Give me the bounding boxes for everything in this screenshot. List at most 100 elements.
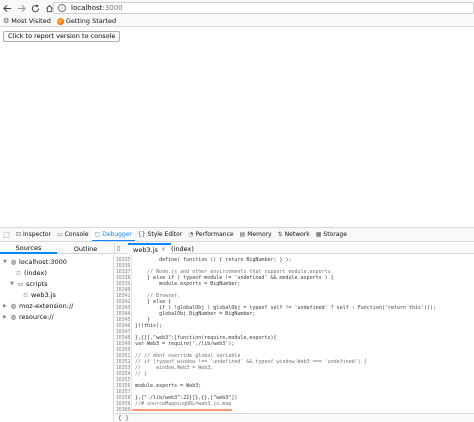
url-host: localhost (71, 4, 103, 12)
code-editor[interactable]: 16335 define( function () { return BigNu… (115, 255, 474, 422)
chevron-right-icon[interactable]: ▶ (3, 303, 8, 309)
inspector-icon: ⊡ (16, 231, 22, 238)
file-tab-label: web3.js (133, 245, 158, 254)
tree-node-label: resource:// (19, 312, 54, 321)
tab-inspector[interactable]: ⊡ Inspector (13, 228, 54, 241)
tree-node-label: web3.js (31, 290, 56, 299)
line-number[interactable]: 16335 (115, 258, 132, 263)
line-number[interactable]: 16338 (115, 276, 132, 281)
info-icon[interactable]: i (58, 4, 66, 12)
line-number[interactable]: 16354 (115, 372, 132, 377)
bookmark-label: Most Visited (11, 17, 51, 25)
line-number[interactable]: 16359 (115, 402, 132, 407)
tree-node-label: scripts (26, 279, 48, 288)
tab-memory[interactable]: ▤ Memory (237, 228, 275, 241)
tree-node-resource[interactable]: ▶ ◍ resource:// (3, 312, 54, 321)
tree-node-label: moz-extension:// (19, 301, 74, 310)
line-number[interactable]: 16355 (115, 378, 132, 383)
url-bar[interactable]: i localhost:3000 (53, 2, 474, 14)
line-number[interactable]: 16349 (115, 342, 132, 347)
tab-debugger[interactable]: ▢ Debugger (91, 228, 135, 241)
line-number[interactable]: 16343 (115, 306, 132, 311)
devtools-toolbar: ⬚ ⊡ Inspector ▭ Console ▢ Debugger {} Style … (0, 228, 474, 242)
chevron-down-icon[interactable]: ▼ (3, 259, 8, 265)
forward-button[interactable] (14, 1, 28, 15)
file-icon: ▫ (16, 268, 21, 277)
pane-divider (114, 243, 115, 254)
browser-navbar: i localhost:3000 (0, 0, 474, 16)
back-button[interactable] (0, 1, 14, 15)
bookmark-getting-started[interactable]: Getting Started (56, 17, 117, 25)
file-tab-label: (index) (171, 244, 194, 253)
tab-network[interactable]: ⇅ Network (275, 228, 313, 241)
style-editor-icon: {} (137, 231, 146, 238)
tab-label: Memory (247, 231, 272, 238)
line-number[interactable]: 16357 (115, 390, 132, 395)
line-number[interactable]: 16337 (115, 270, 132, 275)
url-port: :3000 (102, 4, 123, 12)
tree-node-localhost[interactable]: ▼ ◍ localhost:3000 (3, 257, 67, 266)
tree-node-index[interactable]: ▫ (index) (15, 268, 47, 277)
line-number[interactable]: 16345 (115, 318, 132, 323)
line-number[interactable]: 16358 (115, 396, 132, 401)
bookmark-most-visited[interactable]: ⚙ Most Visited (3, 17, 51, 25)
sources-tree: ▼ ◍ localhost:3000 ▫ (index) ▼ ▭ scripts… (0, 255, 114, 422)
line-number[interactable]: 16353 (115, 366, 132, 371)
performance-icon: ◔ (188, 231, 194, 238)
chevron-right-icon[interactable]: ▶ (3, 314, 8, 320)
bookmarks-toolbar: ⚙ Most Visited Getting Started (0, 16, 474, 27)
element-picker-icon: ⬚ (3, 230, 10, 239)
line-number[interactable]: 16344 (115, 312, 132, 317)
tab-sources[interactable]: Sources (0, 243, 57, 254)
tree-node-scripts[interactable]: ▼ ▭ scripts (10, 279, 48, 288)
line-number[interactable]: 16351 (115, 354, 132, 359)
line-number[interactable]: 16340 (115, 288, 132, 293)
line-number[interactable]: 16348 (115, 336, 132, 341)
pretty-print-button[interactable]: { } (118, 415, 129, 422)
line-number[interactable]: 16347 (115, 330, 132, 335)
tab-console[interactable]: ▭ Console (54, 228, 92, 241)
chevron-down-icon[interactable]: ▼ (10, 281, 15, 287)
line-number[interactable]: 16339 (115, 282, 132, 287)
file-tab-index[interactable]: (index) (166, 243, 199, 254)
tree-node-web3js[interactable]: ▫ web3.js (22, 290, 56, 299)
tab-outline[interactable]: Outline (57, 243, 114, 254)
tab-label: Inspector (23, 231, 52, 238)
collapse-sidebar-icon[interactable]: ▯ (117, 245, 120, 252)
storage-icon: ▦ (315, 231, 322, 238)
line-number[interactable]: 16336 (115, 264, 132, 269)
memory-icon: ▤ (239, 231, 246, 238)
tab-storage[interactable]: ▦ Storage (313, 228, 350, 241)
line-number[interactable]: 16342 (115, 300, 132, 305)
horizontal-scrollbar[interactable] (132, 409, 232, 411)
extension-icon: ◍ (10, 301, 17, 310)
line-number[interactable]: 16341 (115, 294, 132, 299)
bookmark-label: Getting Started (65, 17, 117, 25)
gear-icon: ⚙ (3, 17, 10, 25)
tab-label: Debugger (102, 230, 132, 238)
line-number[interactable]: 16346 (115, 324, 132, 329)
tree-node-moz-extension[interactable]: ▶ ◍ moz-extension:// (3, 301, 73, 310)
element-picker-button[interactable]: ⬚ (0, 228, 13, 241)
line-number[interactable]: 16350 (115, 348, 132, 353)
report-version-button[interactable]: Click to report version to console (3, 31, 121, 42)
line-number[interactable]: 16356 (115, 384, 132, 389)
tree-node-label: localhost:3000 (19, 257, 67, 266)
globe-icon: ◍ (10, 312, 17, 321)
line-number[interactable]: 16352 (115, 360, 132, 365)
tab-label: Console (64, 231, 89, 238)
devtools-panel: ⬚ ⊡ Inspector ▭ Console ▢ Debugger {} Style … (0, 227, 474, 422)
console-icon: ▭ (57, 231, 63, 238)
file-tab-web3[interactable]: web3.js × (128, 243, 171, 254)
line-number[interactable]: 16360 (115, 408, 132, 413)
firefox-icon (56, 17, 64, 25)
back-arrow-icon (2, 4, 11, 12)
tab-performance[interactable]: ◔ Performance (185, 228, 236, 241)
reload-button[interactable] (28, 1, 42, 15)
debugger-icon: ▢ (94, 230, 101, 238)
reload-icon (31, 4, 39, 12)
tab-style-editor[interactable]: {} Style Editor (135, 228, 185, 241)
tree-node-label: (index) (24, 268, 47, 277)
folder-icon: ▭ (17, 279, 24, 288)
debugger-subtoolbar: Sources Outline ▯ web3.js × (index) (0, 243, 474, 254)
